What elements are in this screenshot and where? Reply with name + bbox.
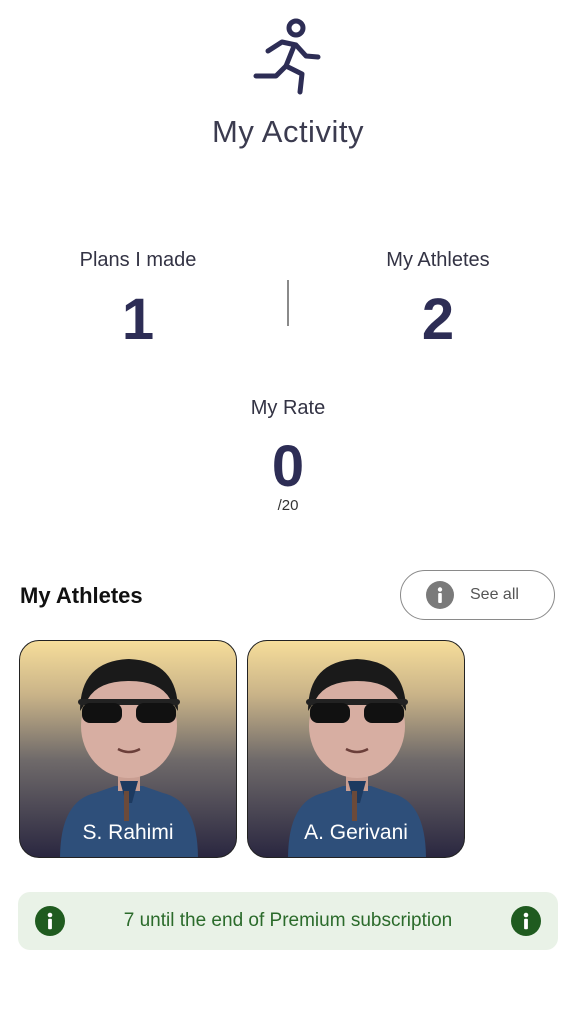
my-athletes-label: My Athletes — [386, 249, 490, 271]
page-title: My Activity — [212, 114, 364, 149]
info-icon[interactable] — [511, 906, 541, 936]
see-all-label: See all — [470, 586, 519, 603]
athlete-name: A. Gerivani — [304, 821, 408, 844]
athlete-card[interactable]: A. Gerivani — [247, 640, 465, 858]
plans-made-label: Plans I made — [79, 249, 197, 271]
my-rate-max: /20 — [277, 497, 299, 514]
info-icon — [426, 581, 454, 609]
section-title-my-athletes: My Athletes — [20, 583, 143, 608]
my-rate-value: 0 — [271, 434, 305, 499]
athlete-name: S. Rahimi — [82, 821, 174, 844]
premium-notice-text: 7 until the end of Premium subscription — [123, 910, 453, 931]
see-all-button[interactable]: See all — [400, 570, 555, 620]
plans-made-value: 1 — [121, 287, 155, 352]
my-athletes-value: 2 — [421, 287, 455, 352]
athlete-card[interactable]: S. Rahimi — [19, 640, 237, 858]
my-activity-page: My Activity Plans I made 1 My Athletes 2… — [0, 0, 576, 1024]
stats-divider — [287, 280, 289, 326]
running-person-icon — [253, 18, 321, 95]
my-rate-label: My Rate — [250, 397, 326, 419]
premium-notice-banner: 7 until the end of Premium subscription — [18, 892, 558, 950]
